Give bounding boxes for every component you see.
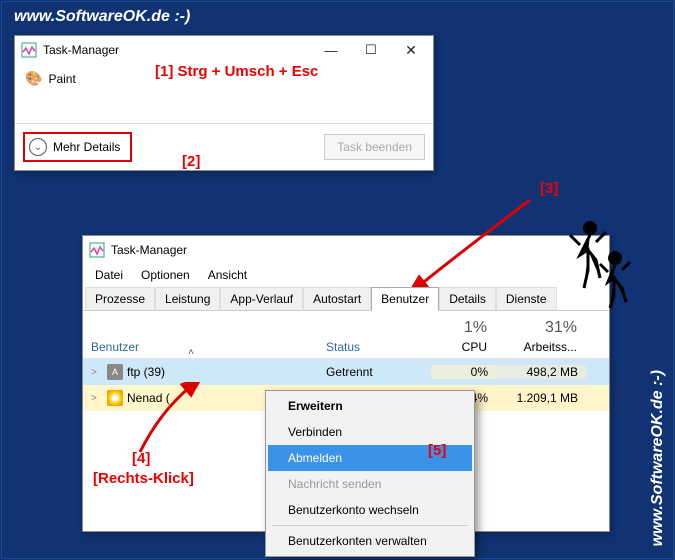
user-mem: 498,2 MB [496,365,586,379]
menu-bar: Datei Optionen Ansicht [83,264,609,286]
tab-performance[interactable]: Leistung [155,287,220,311]
column-cpu[interactable]: 1% CPU [431,315,496,358]
user-row-ftp[interactable]: > A ftp (39) Getrennt 0% 498,2 MB [83,359,609,385]
annotation-5: [5] [428,442,446,459]
avatar: A [107,364,123,380]
minimize-button[interactable]: — [311,37,351,63]
user-status: Getrennt [318,365,431,379]
user-name: Nenad ( [127,391,170,405]
annotation-2: [2] [182,153,200,170]
close-button[interactable]: ✕ [391,37,431,63]
mem-total: 31% [504,319,577,337]
annotation-4: [4] [132,450,150,467]
decorative-figures [550,210,640,310]
app-name: Paint [48,72,75,86]
tab-services[interactable]: Dienste [496,287,557,311]
annotation-4b: [Rechts-Klick] [93,470,194,487]
cpu-total: 1% [439,319,487,337]
context-menu: Erweitern Verbinden Abmelden Nachricht s… [265,390,475,557]
tab-users[interactable]: Benutzer [371,287,439,311]
tab-details[interactable]: Details [439,287,496,311]
ctx-send-message: Nachricht senden [268,471,472,497]
window-title: Task-Manager [43,43,311,57]
mem-label: Arbeitss... [504,340,577,354]
expand-icon[interactable]: > [91,367,103,378]
titlebar[interactable]: Task-Manager — ☐ ✕ [15,36,433,64]
chevron-down-icon: ⌄ [29,138,47,156]
more-details-label: Mehr Details [53,140,120,154]
expand-icon[interactable]: > [91,393,103,404]
task-manager-icon [89,242,105,258]
end-task-button: Task beenden [324,134,425,160]
tab-strip: Prozesse Leistung App-Verlauf Autostart … [83,286,609,311]
user-mem: 1.209,1 MB [496,391,586,405]
sort-caret-icon: ˄ [188,347,194,358]
column-headers: ˄ Benutzer Status 1% CPU 31% Arbeitss... [83,311,609,359]
ctx-expand[interactable]: Erweitern [268,393,472,419]
menu-file[interactable]: Datei [87,266,131,284]
user-name: ftp (39) [127,365,165,379]
maximize-button[interactable]: ☐ [351,37,391,63]
annotation-1: [1] Strg + Umsch + Esc [155,63,318,80]
tab-startup[interactable]: Autostart [303,287,371,311]
ctx-manage-accounts[interactable]: Benutzerkonten verwalten [268,528,472,554]
ctx-switch-account[interactable]: Benutzerkonto wechseln [268,497,472,523]
ctx-separator [272,525,468,526]
avatar [107,390,123,406]
column-memory[interactable]: 31% Arbeitss... [496,315,586,358]
menu-options[interactable]: Optionen [133,266,198,284]
annotation-3: [3] [540,180,558,197]
user-cpu: 0% [431,365,496,379]
watermark-right: www.SoftwareOK.de :-) [649,370,667,546]
task-manager-simple-window: Task-Manager — ☐ ✕ 🎨 Paint ⌄ Mehr Detail… [14,35,434,171]
column-user[interactable]: Benutzer [83,336,318,358]
column-status[interactable]: Status [318,336,431,358]
window-title: Task-Manager [111,243,607,257]
menu-view[interactable]: Ansicht [200,266,255,284]
task-manager-icon [21,42,37,58]
tab-app-history[interactable]: App-Verlauf [220,287,303,311]
paint-icon: 🎨 [25,70,42,87]
tab-processes[interactable]: Prozesse [85,287,155,311]
more-details-button[interactable]: ⌄ Mehr Details [23,132,132,162]
titlebar[interactable]: Task-Manager [83,236,609,264]
watermark-top: www.SoftwareOK.de :-) [14,8,190,26]
cpu-label: CPU [439,340,487,354]
